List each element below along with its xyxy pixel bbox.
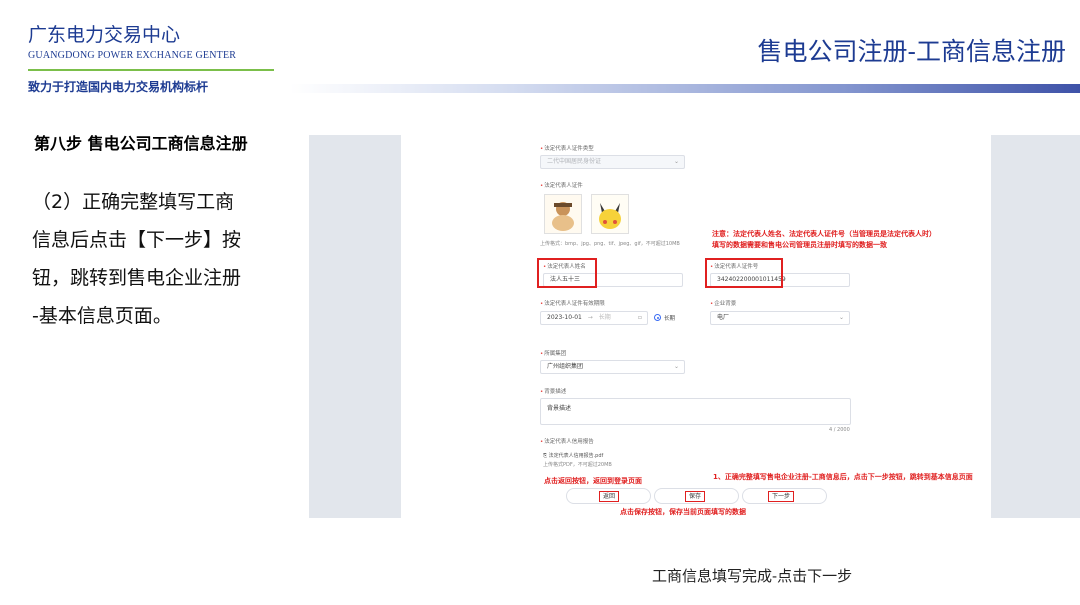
note-line-1: 注意：法定代表人姓名、法定代表人证件号（当管理员是法定代表人时） xyxy=(712,230,936,238)
footer-caption: 工商信息填写完成-点击下一步 xyxy=(652,567,853,585)
id-back-image[interactable] xyxy=(591,194,629,234)
step-description: （2）正确完整填写工商 信息后点击【下一步】按 钮，跳转到售电企业注册 -基本信… xyxy=(32,183,277,335)
next-button-label[interactable]: 下一步 xyxy=(768,491,795,502)
char-counter: 4 / 2000 xyxy=(829,427,850,433)
desc-line: -基本信息页面。 xyxy=(32,305,172,327)
group-select[interactable]: 广州组织集团 ⌄ xyxy=(540,360,685,374)
back-button-label[interactable]: 返回 xyxy=(599,491,620,502)
header-divider xyxy=(28,69,274,71)
validity-label: •法定代表人证件有效期限 xyxy=(540,301,605,307)
enterprise-bg-select[interactable]: 电厂 ⌄ xyxy=(710,311,850,325)
save-button-label[interactable]: 保存 xyxy=(685,491,706,502)
credit-hint: 上传格式PDF，不可超过20MB xyxy=(543,462,612,468)
chevron-down-icon: ⌄ xyxy=(838,314,844,321)
save-note: 点击保存按钮，保存当前页面填写的数据 xyxy=(620,508,746,516)
upload-hint: 上传格式：bmp、jpg、png、tif、jpeg、gif，不可超过10MB xyxy=(540,241,680,247)
header-gradient-bar xyxy=(290,84,1080,93)
id-photo-label: •法定代表人证件 xyxy=(540,183,583,189)
chevron-down-icon: ⌄ xyxy=(673,158,679,165)
enterprise-bg-label: •企业背景 xyxy=(710,301,737,307)
org-motto: 致力于打造国内电力交易机构标杆 xyxy=(28,80,209,94)
range-arrow-icon: → xyxy=(587,314,593,321)
id-front-image[interactable] xyxy=(544,194,582,234)
long-term-radio[interactable] xyxy=(654,314,661,321)
credit-file[interactable]: ⎘ 法定代表人信用报告.pdf xyxy=(543,452,603,459)
bg-desc-textarea[interactable]: 背景描述 xyxy=(540,398,851,425)
desc-line: 信息后点击【下一步】按 xyxy=(32,229,242,251)
desc-line: 钮，跳转到售电企业注册 xyxy=(32,267,242,289)
rep-id-highlight xyxy=(705,258,783,288)
group-label: •所属集团 xyxy=(540,351,567,357)
org-name: 广东电力交易中心 xyxy=(28,24,181,46)
credit-label: •法定代表人信用报告 xyxy=(540,439,594,445)
rep-name-highlight xyxy=(537,258,597,288)
long-term-label: 长期 xyxy=(664,316,676,322)
id-type-select[interactable]: 二代中国居民身份证 ⌄ xyxy=(540,155,685,169)
calendar-icon: ▫ xyxy=(637,314,642,321)
back-note: 点击返回按钮，返回到登录页面 xyxy=(544,477,642,485)
slide-title: 售电公司注册-工商信息注册 xyxy=(757,37,1066,66)
chevron-down-icon: ⌄ xyxy=(673,363,679,370)
org-name-en: GUANGDONG POWER EXCHANGE GENTER xyxy=(28,50,237,61)
note-line-2: 填写的数据需要和售电公司管理员注册时填写的数据一致 xyxy=(712,241,887,249)
next-note: 1、正确完整填写售电企业注册-工商信息后，点击下一步按钮，跳转到基本信息页面 xyxy=(713,473,973,481)
desc-line: （2）正确完整填写工商 xyxy=(32,191,235,213)
bg-desc-label: •背景描述 xyxy=(540,389,567,395)
validity-date-range[interactable]: 2023-10-01 → 长期 ▫ xyxy=(540,311,648,325)
id-type-label: •法定代表人证件类型 xyxy=(540,146,594,152)
registration-form xyxy=(401,135,991,518)
step-title: 第八步 售电公司工商信息注册 xyxy=(34,134,248,153)
